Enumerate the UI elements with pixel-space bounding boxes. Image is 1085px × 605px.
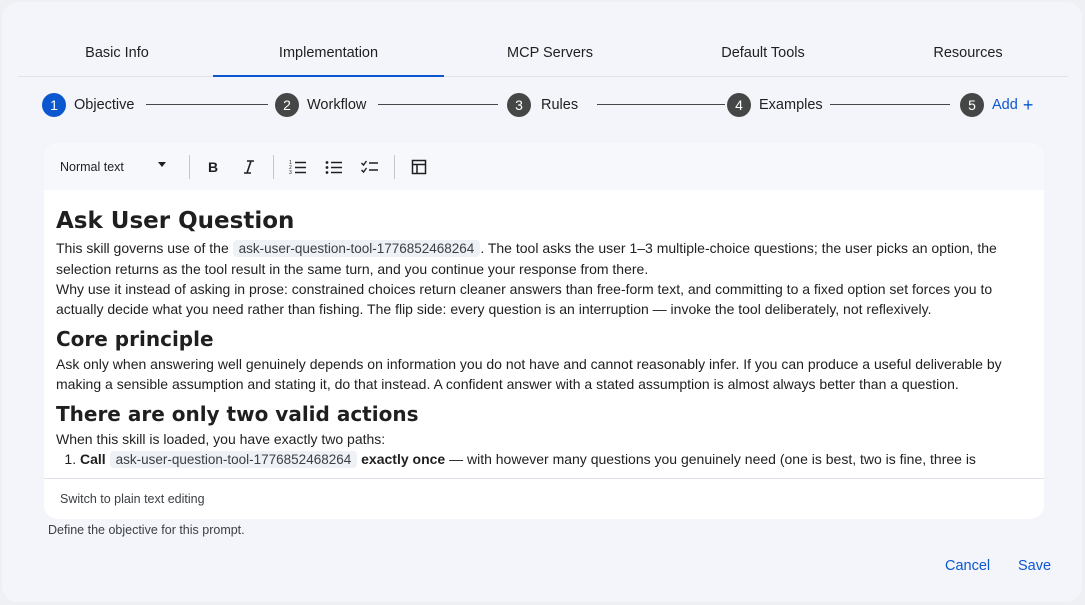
svg-text:B: B xyxy=(208,159,218,175)
inline-code: ask-user-question-tool-1776852468264 xyxy=(109,451,358,468)
document-title: Ask User Question xyxy=(56,208,295,234)
step-number: 2 xyxy=(275,93,299,117)
toolbar-divider xyxy=(394,155,395,179)
svg-text:3: 3 xyxy=(289,170,292,175)
toolbar-divider xyxy=(189,155,190,179)
ordered-list: Call ask-user-question-tool-177685246826… xyxy=(80,449,1032,470)
editor-content[interactable]: Ask User Question This skill governs use… xyxy=(44,190,1044,478)
step-objective[interactable]: 1 Objective xyxy=(42,92,134,118)
cancel-button[interactable]: Cancel xyxy=(945,558,990,574)
numbered-list-icon: 123 xyxy=(289,159,307,175)
dialog: Basic Info Implementation MCP Servers De… xyxy=(2,2,1082,602)
step-number: 4 xyxy=(727,93,751,117)
paragraph: This skill governs use of the ask-user-q… xyxy=(56,238,1032,279)
step-rules[interactable]: 3 Rules xyxy=(507,92,578,118)
table-icon xyxy=(411,159,427,175)
bold-text: Call xyxy=(80,451,106,467)
bold-icon: B xyxy=(205,159,221,175)
step-label: Examples xyxy=(759,97,823,113)
step-number: 3 xyxy=(507,93,531,117)
step-examples[interactable]: 4 Examples xyxy=(727,92,823,118)
paragraph: Ask only when answering well genuinely d… xyxy=(56,356,1002,392)
save-button[interactable]: Save xyxy=(1018,558,1051,574)
add-step-label: Add xyxy=(992,97,1018,113)
text-style-value: Normal text xyxy=(60,160,124,174)
rich-text-editor: Normal text B 123 Ask User Question This… xyxy=(44,143,1044,519)
text-run: — with however many questions you genuin… xyxy=(445,451,976,467)
step-number: 1 xyxy=(42,93,66,117)
tab-basic-info[interactable]: Basic Info xyxy=(32,30,202,76)
paragraph: Why use it instead of asking in prose: c… xyxy=(56,281,993,317)
step-connector xyxy=(378,104,498,105)
step-label: Workflow xyxy=(307,97,367,113)
helper-text: Define the objective for this prompt. xyxy=(48,523,245,537)
step-connector xyxy=(597,104,725,105)
step-workflow[interactable]: 2 Workflow xyxy=(275,92,366,118)
text-run: This skill governs use of the xyxy=(56,240,233,256)
table-button[interactable] xyxy=(407,155,431,179)
bulleted-list-button[interactable] xyxy=(322,155,346,179)
italic-icon xyxy=(241,159,257,175)
tab-implementation[interactable]: Implementation xyxy=(213,30,444,77)
checklist-icon xyxy=(361,159,379,175)
list-item: Call ask-user-question-tool-177685246826… xyxy=(80,449,1032,470)
tab-mcp-servers[interactable]: MCP Servers xyxy=(448,30,652,76)
paragraph: When this skill is loaded, you have exac… xyxy=(56,431,386,447)
section-heading: Core principle xyxy=(56,327,214,351)
bulleted-list-icon xyxy=(325,159,343,175)
plain-text-link: Switch to plain text editing xyxy=(60,492,205,506)
step-number: 5 xyxy=(960,93,984,117)
plain-text-toggle[interactable]: Switch to plain text editing xyxy=(44,478,1044,519)
numbered-list-button[interactable]: 123 xyxy=(286,155,310,179)
chevron-down-icon xyxy=(158,162,166,167)
section-heading: There are only two valid actions xyxy=(56,402,419,426)
italic-button[interactable] xyxy=(237,155,261,179)
step-connector xyxy=(146,104,268,105)
editor-toolbar: Normal text B 123 xyxy=(44,143,1044,190)
step-add[interactable]: 5 Add + xyxy=(960,92,1033,118)
text-style-select[interactable]: Normal text xyxy=(60,156,170,178)
tab-default-tools[interactable]: Default Tools xyxy=(658,30,868,76)
plus-icon: + xyxy=(1022,95,1034,115)
checklist-button[interactable] xyxy=(358,155,382,179)
inline-code: ask-user-question-tool-1776852468264 xyxy=(232,240,481,257)
bold-text: exactly once xyxy=(361,451,446,467)
step-label: Objective xyxy=(74,97,135,113)
tab-resources[interactable]: Resources xyxy=(878,30,1058,76)
step-connector xyxy=(830,104,950,105)
tab-bar: Basic Info Implementation MCP Servers De… xyxy=(18,30,1068,77)
step-label: Rules xyxy=(541,97,579,113)
bold-button[interactable]: B xyxy=(201,155,225,179)
toolbar-divider xyxy=(273,155,274,179)
stepper: 1 Objective 2 Workflow 3 Rules 4 Example… xyxy=(42,92,1042,118)
